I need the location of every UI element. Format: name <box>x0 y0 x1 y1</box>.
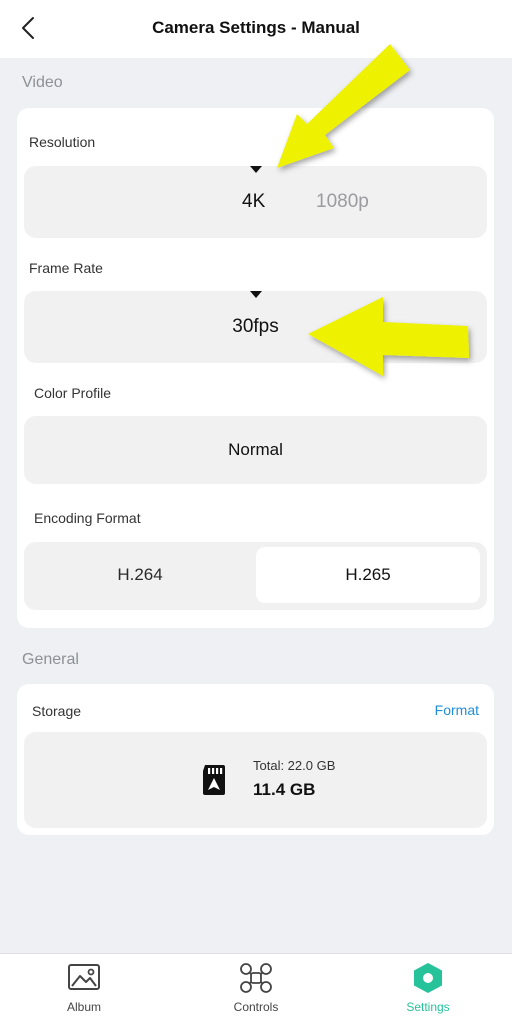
storage-free-text: 11.4 GB <box>253 780 316 799</box>
resolution-option-selected[interactable]: 4K <box>242 166 265 238</box>
header-bar: Camera Settings - Manual <box>0 0 512 58</box>
nav-settings[interactable]: Settings <box>368 954 488 1024</box>
video-settings-card: Resolution 4K 1080p Frame Rate 30fps Col… <box>17 108 494 628</box>
hexagon-settings-icon <box>414 963 442 993</box>
color-profile-option-selected[interactable]: Normal <box>24 416 487 484</box>
nav-album-label: Album <box>66 1000 101 1014</box>
frame-rate-option-selected[interactable]: 30fps <box>24 291 487 363</box>
resolution-picker[interactable]: 4K 1080p <box>24 166 487 238</box>
resolution-option-other[interactable]: 1080p <box>316 166 369 238</box>
encoding-format-segmented-control: H.264 H.265 <box>24 542 487 610</box>
nav-controls[interactable]: Controls <box>196 954 316 1024</box>
section-title-general: General <box>22 651 79 668</box>
color-profile-picker[interactable]: Normal <box>24 416 487 484</box>
nav-controls-label: Controls <box>233 1000 279 1014</box>
storage-label: Storage <box>32 703 82 719</box>
encoding-option-h265[interactable]: H.265 <box>256 547 480 603</box>
encoding-format-label: Encoding Format <box>34 510 141 526</box>
nav-album[interactable]: Album <box>24 954 144 1024</box>
drone-icon <box>240 963 272 993</box>
format-storage-button[interactable]: Format <box>435 702 479 718</box>
color-profile-label: Color Profile <box>34 385 112 401</box>
encoding-option-h264[interactable]: H.264 <box>28 547 252 603</box>
sd-card-icon <box>203 765 225 795</box>
frame-rate-label: Frame Rate <box>29 260 103 276</box>
page-title: Camera Settings - Manual <box>152 18 360 37</box>
frame-rate-picker[interactable]: 30fps <box>24 291 487 363</box>
storage-info-box: Total: 22.0 GB 11.4 GB <box>24 732 487 828</box>
section-title-video: Video <box>22 74 63 91</box>
storage-total-text: Total: 22.0 GB <box>253 758 336 773</box>
image-gallery-icon <box>68 964 100 990</box>
resolution-label: Resolution <box>29 134 96 150</box>
general-settings-card: Storage Format Total: 22.0 GB 11.4 GB <box>17 684 494 835</box>
nav-settings-label: Settings <box>406 1000 450 1014</box>
bottom-navigation: Album Controls Settings <box>0 953 512 1024</box>
